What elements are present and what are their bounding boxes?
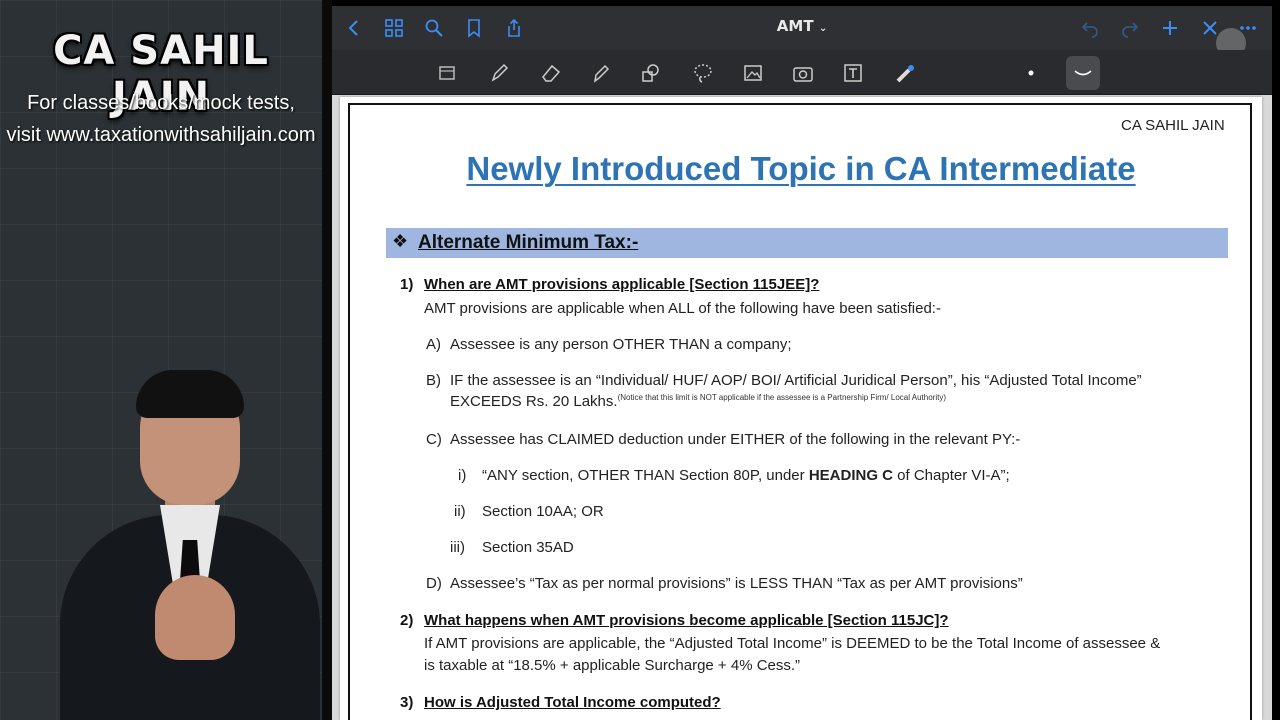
- back-button[interactable]: [340, 14, 368, 42]
- document-title-text: AMT: [776, 17, 814, 35]
- add-page-button[interactable]: [1156, 14, 1184, 42]
- list-item: IF the assessee is an “Individual/ HUF/ …: [450, 372, 1142, 389]
- diamond-bullet-icon: ❖: [392, 231, 409, 251]
- list-label: C): [426, 431, 442, 448]
- eraser-icon: [542, 64, 561, 82]
- list-label: B): [426, 372, 441, 389]
- camera-tool-button[interactable]: [788, 58, 818, 88]
- section-title: Alternate Minimum Tax:-: [418, 232, 639, 253]
- paragraph-text: If AMT provisions are applicable, the “A…: [424, 635, 1161, 652]
- top-navbar: AMT ⌄: [332, 6, 1272, 58]
- laser-tool-button[interactable]: [890, 58, 920, 88]
- notes-app: AMT ⌄ CA SAHIL JAIN Newly Introduced Top…: [332, 6, 1272, 720]
- list-item-continuation: EXCEEDS Rs. 20 Lakhs.(Notice that this l…: [450, 393, 946, 410]
- sub-list-item: Section 35AD: [482, 539, 574, 556]
- text-tool-button[interactable]: [838, 58, 868, 88]
- question-number: 1): [400, 276, 414, 293]
- list-label: D): [426, 575, 442, 592]
- pen-tool-button[interactable]: [484, 58, 514, 88]
- page-tool-button[interactable]: [432, 58, 462, 88]
- stroke-style-button[interactable]: [1066, 56, 1100, 90]
- lasso-tool-button[interactable]: [688, 58, 718, 88]
- text-icon: [844, 64, 862, 82]
- brand-website: visit www.taxationwithsahiljain.com: [6, 124, 316, 146]
- sub-list-text: of Chapter VI-A”;: [893, 467, 1010, 484]
- list-item: Assessee has CLAIMED deduction under EIT…: [450, 431, 1021, 448]
- chevron-left-icon: [348, 20, 358, 36]
- page-icon: [439, 66, 455, 80]
- list-item: Assessee’s “Tax as per normal provisions…: [450, 575, 1023, 592]
- pen-icon: [491, 63, 509, 82]
- sub-list-bold-text: HEADING C: [808, 467, 893, 484]
- highlighter-icon: [593, 64, 610, 83]
- footnote-text: (Notice that this limit is NOT applicabl…: [617, 393, 947, 402]
- redo-button[interactable]: [1116, 14, 1144, 42]
- camera-icon: [793, 67, 813, 82]
- paragraph-text: is taxable at “18.5% + applicable Surcha…: [424, 657, 801, 674]
- panel-divider: [322, 0, 332, 720]
- question-number: 2): [400, 612, 414, 629]
- sub-list-item: “ANY section, OTHER THAN Section 80P, un…: [482, 467, 1010, 484]
- plus-icon: [1163, 21, 1177, 35]
- question-title: When are AMT provisions applicable [Sect…: [424, 276, 820, 293]
- presenter-hair: [136, 370, 244, 418]
- presenter-hands: [155, 575, 235, 660]
- dot-icon: [1028, 70, 1034, 76]
- share-button[interactable]: [500, 14, 528, 42]
- highlighter-tool-button[interactable]: [586, 58, 616, 88]
- curve-icon: [1074, 70, 1092, 76]
- sub-list-label: iii): [450, 539, 465, 556]
- shapes-icon: [642, 64, 659, 82]
- brand-tagline: For classes/books/mock tests,: [27, 92, 295, 114]
- eraser-tool-button[interactable]: [536, 58, 566, 88]
- shapes-tool-button[interactable]: [636, 58, 666, 88]
- lasso-icon: [694, 64, 712, 83]
- document-heading: Newly Introduced Topic in CA Intermediat…: [466, 150, 1136, 187]
- document-page[interactable]: CA SAHIL JAIN Newly Introduced Topic in …: [340, 97, 1262, 720]
- canvas-area[interactable]: CA SAHIL JAIN Newly Introduced Topic in …: [332, 95, 1272, 720]
- search-icon: [425, 19, 443, 37]
- document-author: CA SAHIL JAIN: [1121, 117, 1225, 134]
- undo-icon: [1081, 22, 1098, 38]
- sub-list-label: ii): [454, 503, 466, 520]
- undo-button[interactable]: [1076, 14, 1104, 42]
- thumbnails-button[interactable]: [380, 14, 408, 42]
- question-title: How is Adjusted Total Income computed?: [424, 694, 721, 711]
- question-number: 3): [400, 694, 414, 711]
- list-item: Assessee is any person OTHER THAN a comp…: [450, 336, 792, 353]
- question-title: What happens when AMT provisions become …: [424, 612, 949, 629]
- paragraph-text: AMT provisions are applicable when ALL o…: [424, 300, 941, 317]
- list-item-text: EXCEEDS Rs. 20 Lakhs.: [450, 393, 618, 410]
- share-icon: [508, 18, 520, 37]
- bookmark-button[interactable]: [460, 14, 488, 42]
- image-tool-button[interactable]: [738, 58, 768, 88]
- search-button[interactable]: [420, 14, 448, 42]
- image-icon: [744, 65, 762, 81]
- chevron-down-icon: ⌄: [818, 23, 828, 34]
- presenter-video: [60, 365, 320, 720]
- presenter-panel: CA SAHIL JAIN For classes/books/mock tes…: [0, 0, 322, 720]
- laser-icon: [896, 65, 914, 83]
- sub-list-label: i): [458, 467, 467, 484]
- pen-size-button[interactable]: [1016, 58, 1046, 88]
- redo-icon: [1122, 22, 1139, 38]
- bookmark-icon: [468, 19, 480, 38]
- document-title[interactable]: AMT ⌄: [752, 17, 852, 35]
- list-label: A): [426, 336, 441, 353]
- sub-list-text: “ANY section, OTHER THAN Section 80P, un…: [482, 467, 809, 484]
- sub-list-item: Section 10AA; OR: [482, 503, 604, 520]
- grid-icon: [385, 19, 403, 37]
